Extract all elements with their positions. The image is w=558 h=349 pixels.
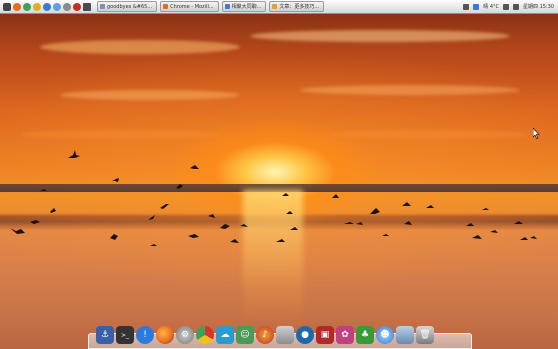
network-icon[interactable] bbox=[63, 2, 71, 11]
taskbar: goodbyes &#65... Chrome - Mozill... 相聚大同… bbox=[97, 1, 325, 12]
chat-icon[interactable] bbox=[33, 2, 41, 11]
dock: ⚓ >_ ! ⚙ ☁ ☺ ♪ ● ▣ ✿ ♣ ☻ 🗑 bbox=[96, 324, 434, 344]
task-button[interactable]: 文章：更多技巧... bbox=[269, 1, 325, 12]
clock-label[interactable]: 星期四 15:30 bbox=[523, 3, 554, 10]
info-icon[interactable]: ! bbox=[136, 326, 154, 344]
network-icon[interactable]: ☁ bbox=[216, 326, 234, 344]
globe-icon[interactable] bbox=[43, 2, 51, 11]
chrome-icon[interactable] bbox=[23, 2, 31, 11]
task-button[interactable]: Chrome - Mozill... bbox=[160, 1, 219, 12]
finder-icon[interactable]: ☻ bbox=[376, 326, 394, 344]
screen-icon[interactable] bbox=[83, 2, 91, 11]
trash-icon[interactable]: 🗑 bbox=[416, 326, 434, 344]
anchor-icon[interactable]: ⚓ bbox=[96, 326, 114, 344]
folder-icon[interactable] bbox=[396, 326, 414, 344]
diamond-icon[interactable] bbox=[53, 2, 61, 11]
firefox-icon[interactable] bbox=[13, 2, 21, 11]
tray-icon[interactable] bbox=[473, 3, 480, 10]
slideshow-icon[interactable]: ▣ bbox=[316, 326, 334, 344]
tray-icon[interactable] bbox=[463, 3, 470, 10]
settings-icon[interactable]: ⚙ bbox=[176, 326, 194, 344]
music-icon[interactable]: ♪ bbox=[256, 326, 274, 344]
chrome-icon[interactable] bbox=[196, 326, 214, 344]
apple-menu-icon[interactable] bbox=[3, 2, 11, 11]
task-icon bbox=[163, 4, 169, 9]
mouse-cursor-icon bbox=[533, 128, 540, 139]
weather-label[interactable]: 晴 4°C bbox=[483, 3, 499, 10]
top-panel: goodbyes &#65... Chrome - Mozill... 相聚大同… bbox=[0, 0, 558, 14]
task-button[interactable]: 相聚大同聊... bbox=[221, 1, 267, 12]
terminal-icon[interactable]: >_ bbox=[116, 326, 134, 344]
drive-icon[interactable] bbox=[276, 326, 294, 344]
game-icon[interactable]: ✿ bbox=[336, 326, 354, 344]
firefox-icon[interactable] bbox=[156, 326, 174, 344]
task-icon bbox=[272, 4, 278, 9]
users-icon[interactable]: ♣ bbox=[356, 326, 374, 344]
task-button[interactable]: goodbyes &#65... bbox=[97, 1, 158, 12]
birds-layer bbox=[10, 150, 537, 246]
battery-icon[interactable] bbox=[513, 3, 519, 10]
panel-launchers bbox=[0, 2, 91, 11]
task-icon bbox=[100, 4, 105, 9]
power-icon[interactable] bbox=[73, 2, 81, 11]
volume-icon[interactable] bbox=[503, 3, 509, 10]
character-icon[interactable]: ☺ bbox=[236, 326, 254, 344]
task-icon bbox=[224, 4, 230, 9]
qq-icon[interactable]: ● bbox=[296, 326, 314, 344]
system-tray: 晴 4°C 星期四 15:30 bbox=[463, 3, 558, 10]
